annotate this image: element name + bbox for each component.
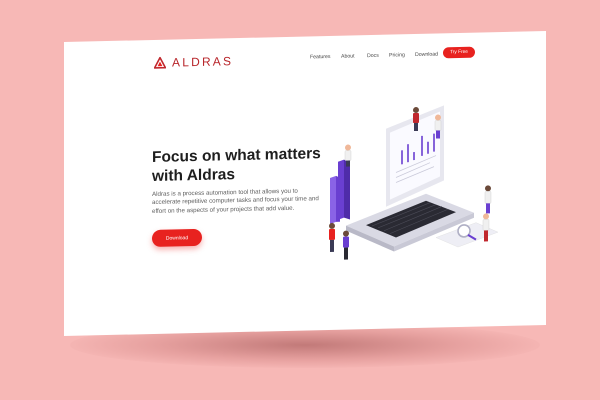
nav-item-features[interactable]: Features	[310, 54, 330, 60]
isometric-laptop-team-illustration	[329, 105, 499, 260]
hero-title: Focus on what matters with Aldras	[152, 145, 321, 186]
landing-page: ALDRAS Features About Docs Pricing Downl…	[64, 31, 546, 336]
nav-item-pricing[interactable]: Pricing	[389, 52, 405, 58]
brand-logo[interactable]: ALDRAS	[154, 54, 233, 70]
nav-item-about[interactable]: About	[341, 53, 355, 59]
nav-item-docs[interactable]: Docs	[367, 53, 379, 59]
brand-name: ALDRAS	[172, 54, 234, 70]
hero-description: Aldras is a process automation tool that…	[152, 187, 319, 215]
try-free-button[interactable]: Try Free	[443, 46, 475, 59]
download-button[interactable]: Download	[152, 228, 202, 248]
top-nav: ALDRAS Features About Docs Pricing Downl…	[64, 45, 546, 74]
nav-item-download[interactable]: Download	[415, 52, 438, 59]
aldras-logo-icon	[154, 56, 166, 69]
